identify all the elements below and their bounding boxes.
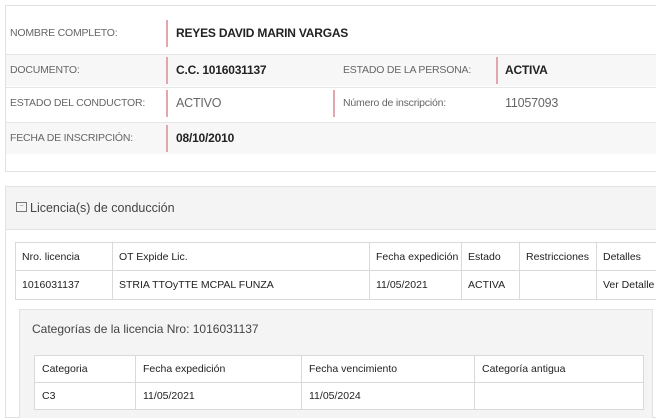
inscripcion-num-label: Número de inscripción: bbox=[343, 88, 446, 119]
col-fecha-expedicion: Fecha expedición bbox=[136, 356, 302, 383]
estado-persona-value: ACTIVA bbox=[505, 55, 548, 86]
nombre-label: NOMBRE COMPLETO: bbox=[10, 18, 117, 49]
ver-detalle-link[interactable]: Ver Detalle bbox=[597, 271, 656, 300]
col-fecha-expedicion: Fecha expedición bbox=[370, 243, 462, 271]
licenses-panel: − Licencia(s) de conducción Nro. licenci… bbox=[5, 186, 656, 418]
inscripcion-num-value: 11057093 bbox=[505, 88, 558, 119]
col-fecha-vencimiento: Fecha vencimiento bbox=[302, 356, 475, 383]
cell-antigua bbox=[475, 383, 644, 410]
row-nombre: NOMBRE COMPLETO: REYES DAVID MARIN VARGA… bbox=[6, 18, 656, 49]
table-row: C3 11/05/2021 11/05/2024 bbox=[35, 383, 644, 410]
table-header-row: Categoria Fecha expedición Fecha vencimi… bbox=[35, 356, 644, 383]
col-estado: Estado bbox=[462, 243, 520, 271]
cell-estado: ACTIVA bbox=[462, 271, 520, 300]
cell-restricciones bbox=[520, 271, 597, 300]
estado-persona-label: ESTADO DE LA PERSONA: bbox=[343, 55, 471, 86]
categories-title: Categorías de la licencia Nro: 101603113… bbox=[32, 322, 259, 336]
categories-table: Categoria Fecha expedición Fecha vencimi… bbox=[34, 355, 644, 410]
row-documento: DOCUMENTO: C.C. 1016031137 ESTADO DE LA … bbox=[6, 54, 656, 86]
cell-fecha: 11/05/2021 bbox=[370, 271, 462, 300]
divider bbox=[496, 57, 498, 84]
documento-label: DOCUMENTO: bbox=[10, 55, 80, 86]
cell-expedicion: 11/05/2021 bbox=[136, 383, 302, 410]
cell-ot: STRIA TTOyTTE MCPAL FUNZA bbox=[113, 271, 370, 300]
documento-value: C.C. 1016031137 bbox=[176, 55, 266, 86]
fecha-inscripcion-value: 08/10/2010 bbox=[176, 123, 234, 154]
col-categoria-antigua: Categoría antigua bbox=[475, 356, 644, 383]
nombre-value: REYES DAVID MARIN VARGAS bbox=[176, 18, 348, 49]
estado-conductor-label: ESTADO DEL CONDUCTOR: bbox=[10, 88, 145, 119]
col-categoria: Categoria bbox=[35, 356, 136, 383]
cell-categoria: C3 bbox=[35, 383, 136, 410]
table-header-row: Nro. licencia OT Expide Lic. Fecha exped… bbox=[16, 243, 656, 271]
divider bbox=[166, 125, 168, 152]
cell-nro: 1016031137 bbox=[16, 271, 113, 300]
divider bbox=[166, 20, 168, 47]
col-nro-licencia: Nro. licencia bbox=[16, 243, 113, 271]
divider bbox=[333, 90, 335, 117]
fecha-inscripcion-label: FECHA DE INSCRIPCIÓN: bbox=[10, 123, 133, 154]
categories-panel: Categorías de la licencia Nro: 101603113… bbox=[19, 309, 653, 418]
licenses-panel-header[interactable]: − Licencia(s) de conducción bbox=[6, 187, 656, 230]
row-fecha-inscripcion: FECHA DE INSCRIPCIÓN: 08/10/2010 bbox=[6, 122, 656, 154]
cell-vencimiento: 11/05/2024 bbox=[302, 383, 475, 410]
licenses-panel-title: Licencia(s) de conducción bbox=[30, 201, 175, 215]
table-row: 1016031137 STRIA TTOyTTE MCPAL FUNZA 11/… bbox=[16, 271, 656, 300]
estado-conductor-value: ACTIVO bbox=[176, 88, 221, 119]
col-ot-expide: OT Expide Lic. bbox=[113, 243, 370, 271]
col-restricciones: Restricciones bbox=[520, 243, 597, 271]
col-detalles: Detalles bbox=[597, 243, 656, 271]
person-info-panel: NOMBRE COMPLETO: REYES DAVID MARIN VARGA… bbox=[5, 5, 656, 172]
licenses-table: Nro. licencia OT Expide Lic. Fecha exped… bbox=[15, 242, 656, 300]
row-conductor: ESTADO DEL CONDUCTOR: ACTIVO Número de i… bbox=[6, 87, 656, 119]
collapse-icon[interactable]: − bbox=[16, 202, 27, 212]
divider bbox=[166, 90, 168, 117]
divider bbox=[166, 57, 168, 84]
